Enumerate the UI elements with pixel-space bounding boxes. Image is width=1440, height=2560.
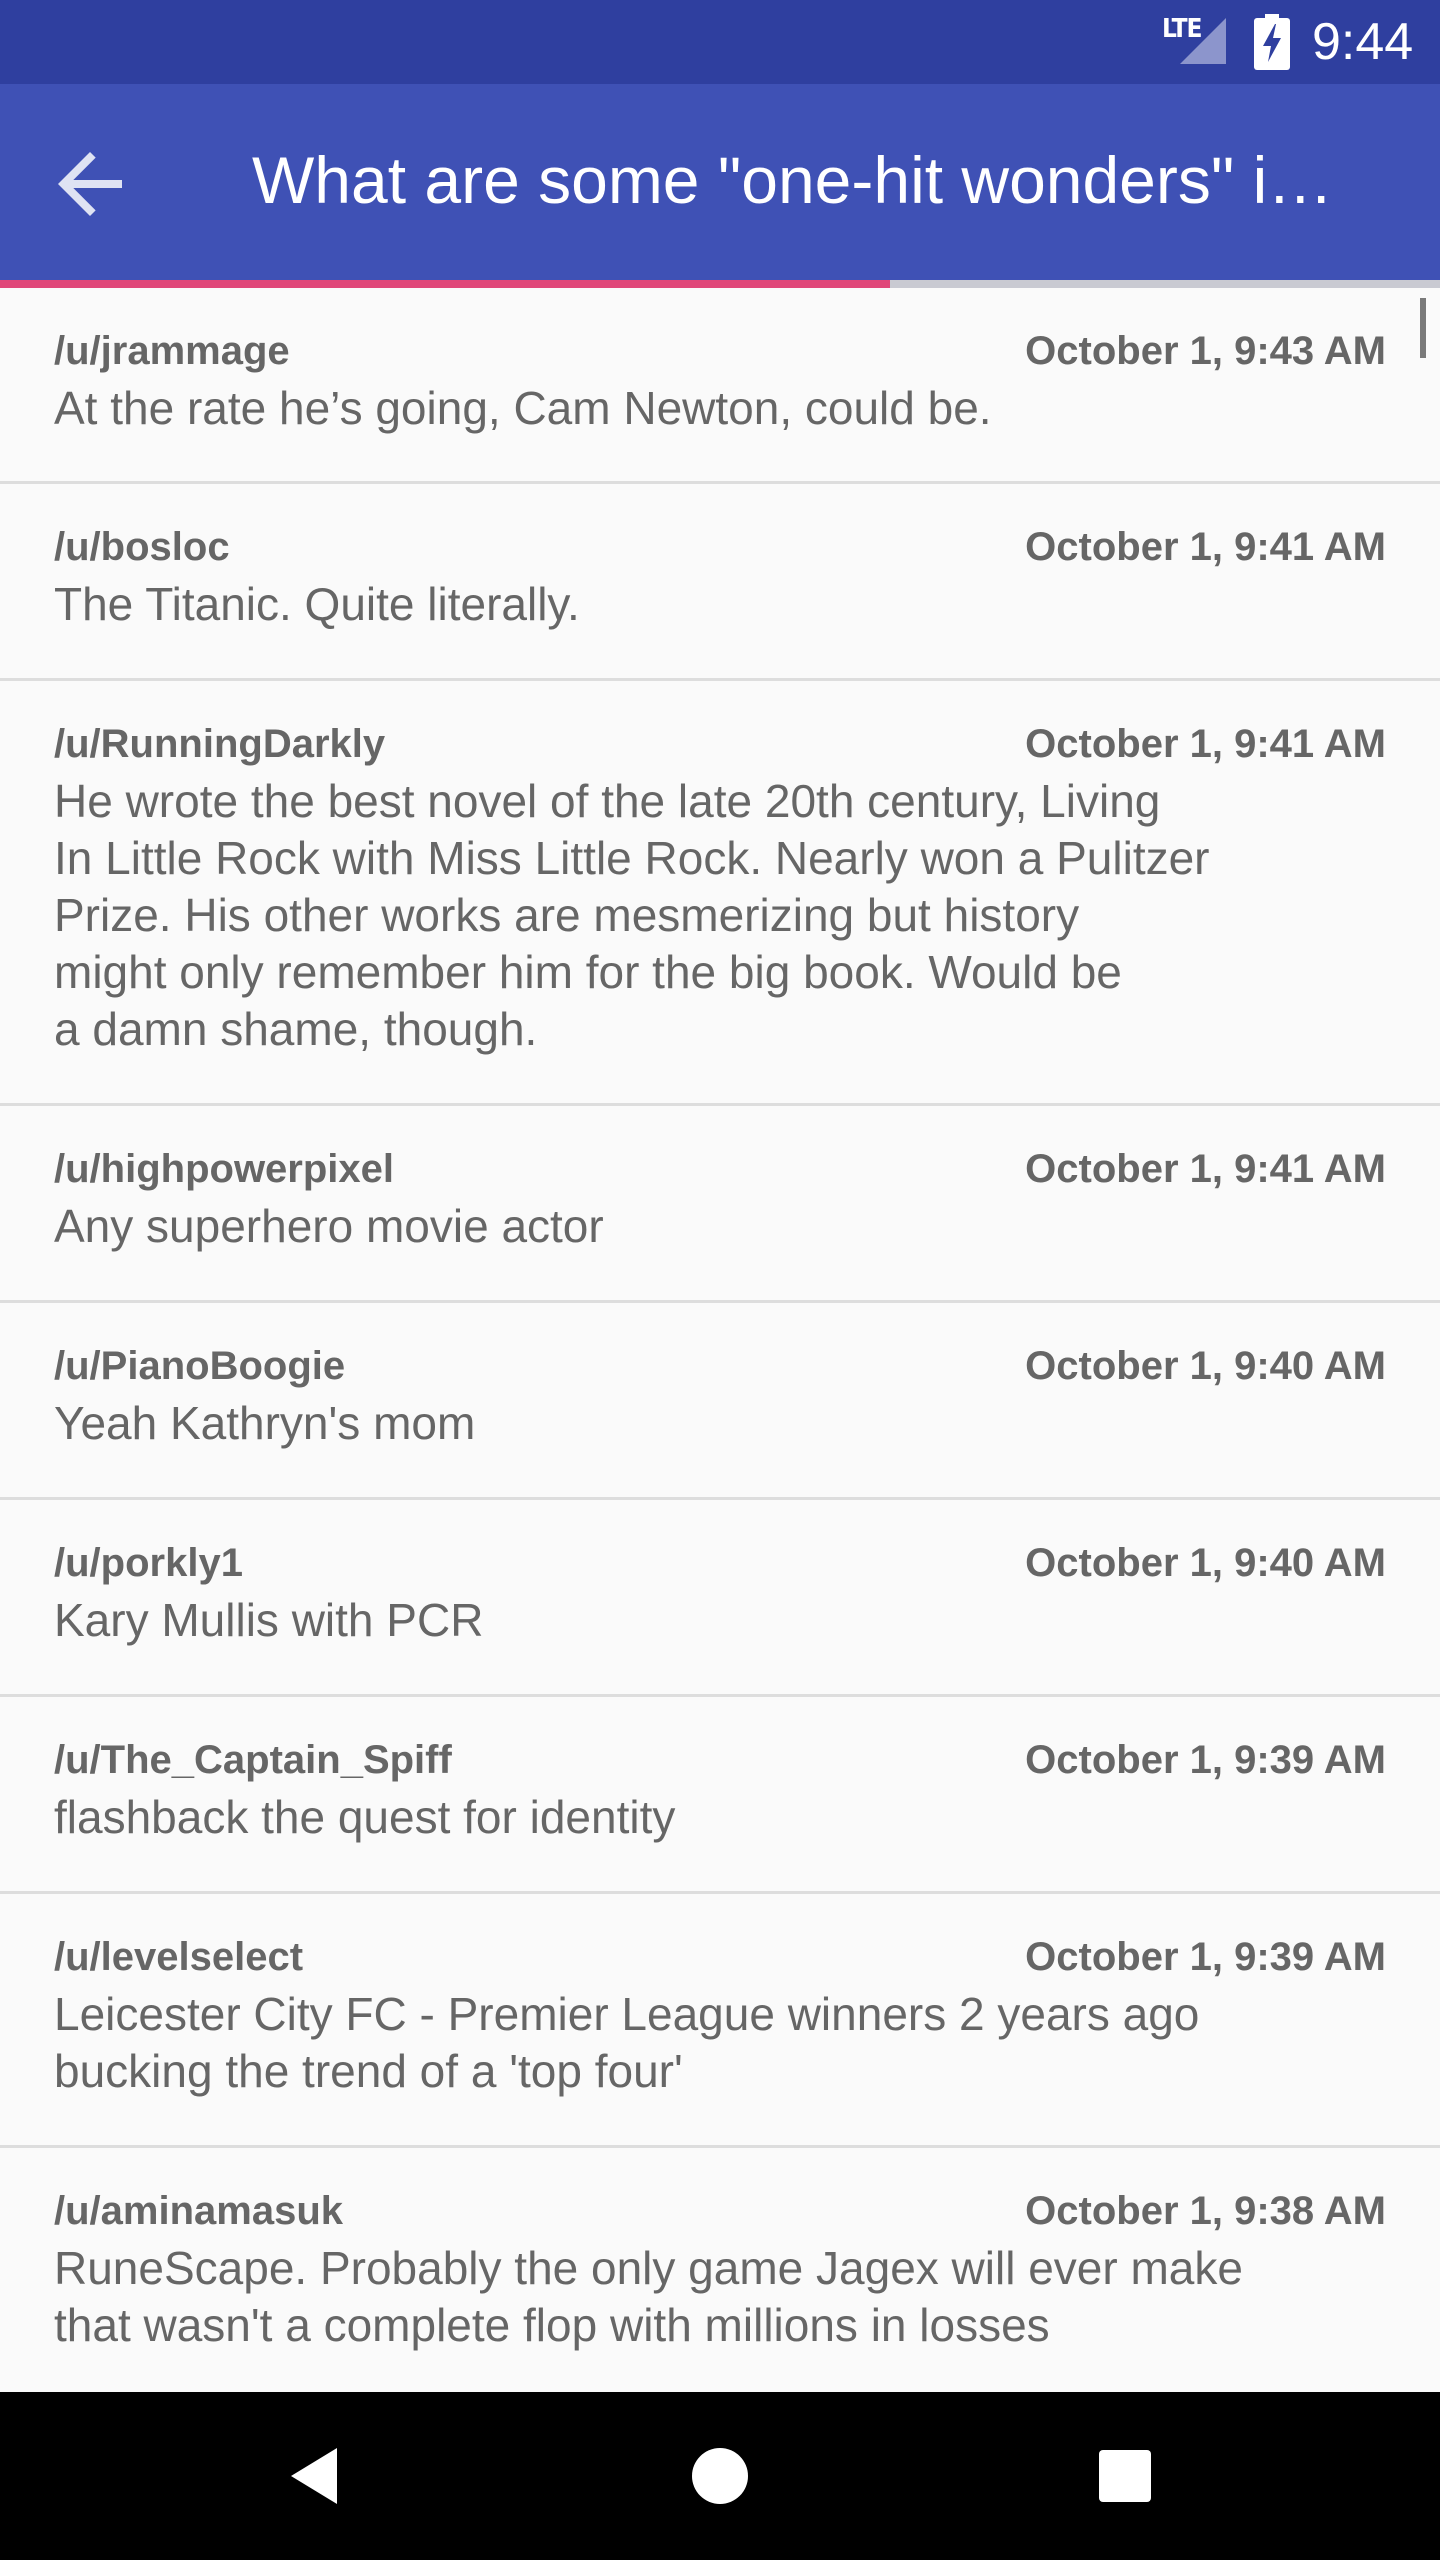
- nav-back-icon: [291, 2448, 337, 2504]
- comment-author[interactable]: /u/jrammage: [54, 326, 290, 376]
- comment-body: At the rate he’s going, Cam Newton, coul…: [54, 382, 992, 434]
- progress-fill: [0, 280, 890, 288]
- comment-timestamp: October 1, 9:38 AM: [1025, 2189, 1386, 2233]
- comment-item[interactable]: /u/highpowerpixel October 1, 9:41 AM Any…: [0, 1106, 1440, 1303]
- nav-back-button[interactable]: [265, 2426, 365, 2526]
- nav-recents-icon: [1099, 2450, 1151, 2502]
- comment-timestamp: October 1, 9:40 AM: [1025, 1541, 1386, 1585]
- nav-recents-button[interactable]: [1075, 2426, 1175, 2526]
- arrow-back-icon: [58, 152, 122, 216]
- comment-timestamp: October 1, 9:41 AM: [1025, 722, 1386, 766]
- comment-body: Any superhero movie actor: [54, 1200, 604, 1252]
- comment-body: The Titanic. Quite literally.: [54, 578, 580, 630]
- comment-item[interactable]: /u/jrammage October 1, 9:43 AM At the ra…: [0, 288, 1440, 484]
- comment-author[interactable]: /u/RunningDarkly: [54, 719, 385, 769]
- comment-timestamp: October 1, 9:41 AM: [1025, 525, 1386, 569]
- nav-home-button[interactable]: [670, 2426, 770, 2526]
- comment-author[interactable]: /u/highpowerpixel: [54, 1144, 394, 1194]
- comment-item[interactable]: /u/The_Captain_Spiff October 1, 9:39 AM …: [0, 1697, 1440, 1894]
- comment-body: Kary Mullis with PCR: [54, 1594, 484, 1646]
- nav-home-icon: [692, 2448, 748, 2504]
- comment-author[interactable]: /u/PianoBoogie: [54, 1341, 345, 1391]
- signal-icon: [1180, 18, 1226, 64]
- back-button[interactable]: [30, 124, 150, 244]
- comment-timestamp: October 1, 9:39 AM: [1025, 1935, 1386, 1979]
- battery-charging-icon: [1254, 14, 1290, 70]
- status-bar: LTE 9:44: [0, 0, 1440, 84]
- comment-body: RuneScape. Probably the only game Jagex …: [54, 2242, 1243, 2351]
- comment-timestamp: October 1, 9:41 AM: [1025, 1147, 1386, 1191]
- comment-body: flashback the quest for identity: [54, 1791, 676, 1843]
- comment-body: Yeah Kathryn's mom: [54, 1397, 476, 1449]
- comment-timestamp: October 1, 9:39 AM: [1025, 1738, 1386, 1782]
- app-bar: What are some "one-hit wonders" i…: [0, 84, 1440, 280]
- comment-timestamp: October 1, 9:40 AM: [1025, 1344, 1386, 1388]
- page-title: What are some "one-hit wonders" i…: [252, 143, 1334, 217]
- comment-author[interactable]: /u/The_Captain_Spiff: [54, 1735, 452, 1785]
- comment-body: Leicester City FC - Premier League winne…: [54, 1988, 1200, 2097]
- comment-item[interactable]: /u/RunningDarkly October 1, 9:41 AM He w…: [0, 681, 1440, 1106]
- scrollbar-thumb[interactable]: [1420, 298, 1426, 358]
- comment-item[interactable]: /u/bosloc October 1, 9:41 AM The Titanic…: [0, 484, 1440, 681]
- status-clock: 9:44: [1312, 13, 1414, 71]
- system-nav-bar: [0, 2392, 1440, 2560]
- comment-author[interactable]: /u/bosloc: [54, 522, 230, 572]
- comment-author[interactable]: /u/levelselect: [54, 1932, 303, 1982]
- comment-item[interactable]: /u/levelselect October 1, 9:39 AM Leices…: [0, 1894, 1440, 2148]
- comment-item[interactable]: /u/porkly1 October 1, 9:40 AM Kary Mulli…: [0, 1500, 1440, 1697]
- comment-item[interactable]: /u/PianoBoogie October 1, 9:40 AM Yeah K…: [0, 1303, 1440, 1500]
- comment-body: He wrote the best novel of the late 20th…: [54, 775, 1210, 1055]
- comment-item[interactable]: /u/aminamasuk October 1, 9:38 AM RuneSca…: [0, 2148, 1440, 2392]
- comment-list[interactable]: /u/jrammage October 1, 9:43 AM At the ra…: [0, 288, 1440, 2392]
- progress-bar: [0, 280, 1440, 288]
- comment-author[interactable]: /u/porkly1: [54, 1538, 243, 1588]
- comment-author[interactable]: /u/aminamasuk: [54, 2186, 343, 2236]
- comment-timestamp: October 1, 9:43 AM: [1025, 329, 1386, 373]
